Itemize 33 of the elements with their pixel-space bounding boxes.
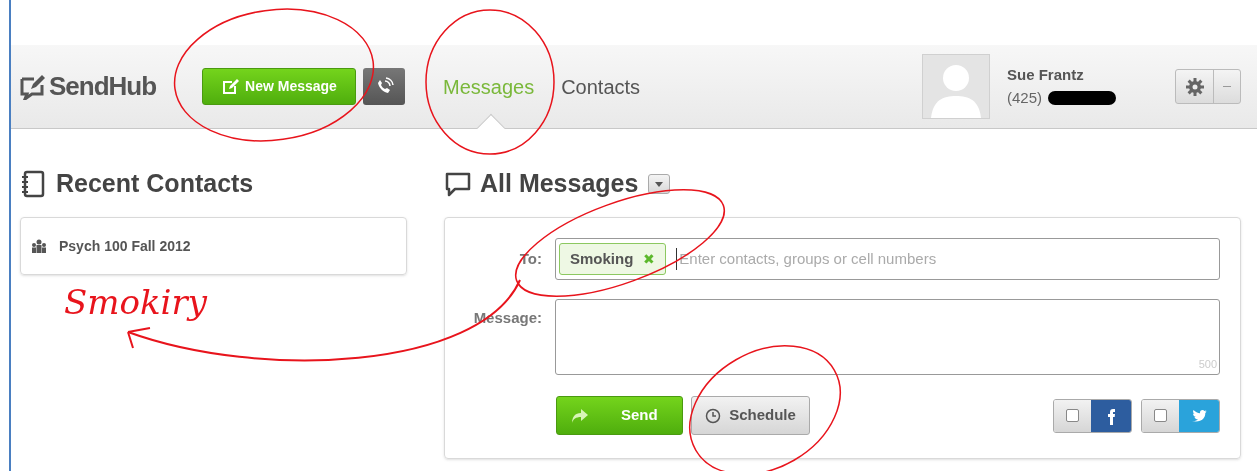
user-phone: (425): [1007, 87, 1043, 108]
facebook-button[interactable]: [1091, 399, 1131, 432]
share-arrow-icon: [571, 407, 589, 424]
share-checkbox[interactable]: [1154, 409, 1167, 422]
clock-icon: [705, 407, 722, 424]
new-message-button[interactable]: New Message: [202, 68, 356, 105]
caret-icon: [655, 181, 664, 187]
settings-icon: [1185, 77, 1204, 96]
remove-button[interactable]: ✖: [643, 248, 656, 270]
twitter-button[interactable]: [1179, 399, 1219, 432]
edit-icon: [221, 77, 240, 96]
phone-button[interactable]: [363, 68, 405, 105]
send-button[interactable]: Send: [556, 396, 683, 435]
dropdown-button[interactable]: [648, 174, 671, 194]
schedule-button[interactable]: Schedule: [691, 396, 810, 435]
group-icon: [31, 239, 47, 253]
recipient-name: Smoking: [570, 248, 634, 269]
section-title: Recent Contacts: [56, 168, 254, 200]
recipients-field[interactable]: Smoking ✖ Enter contacts, groups or cell numbers: [555, 238, 1220, 280]
speech-bubble-icon: [444, 171, 472, 197]
handwritten-note: Smokiry: [64, 281, 207, 323]
logo-text: SendHub: [49, 70, 157, 103]
recipients-placeholder: Enter contacts, groups or cell numbers: [679, 248, 937, 269]
minus-icon: [1223, 85, 1231, 88]
logo-icon: [19, 73, 45, 100]
share-checkbox[interactable]: [1066, 409, 1079, 422]
contact-group-name[interactable]: Psych 100 Fall 2012: [59, 235, 191, 257]
nav-tab[interactable]: Messages: [443, 71, 535, 102]
avatar-silhouette: [922, 54, 990, 119]
redaction-mark: [1048, 90, 1117, 105]
nav-tab[interactable]: Contacts: [561, 71, 641, 102]
user-name: Sue Frantz: [1007, 65, 1085, 85]
section-title: All Messages: [480, 168, 639, 200]
